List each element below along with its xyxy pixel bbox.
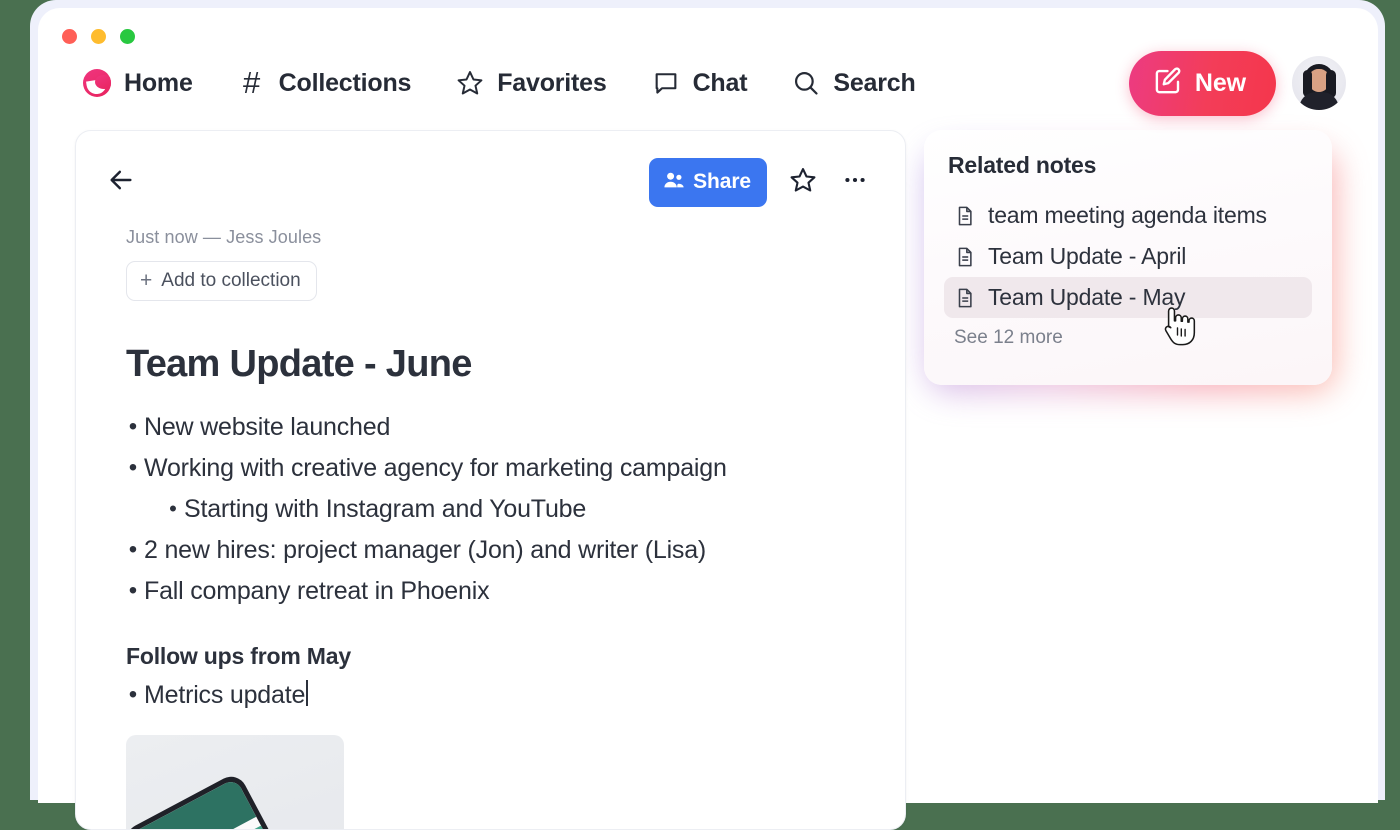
- related-note-item[interactable]: team meeting agenda items: [944, 195, 1312, 236]
- star-outline-icon: [789, 166, 817, 199]
- document-icon: [954, 205, 976, 227]
- add-to-collection-button[interactable]: + Add to collection: [126, 261, 317, 301]
- avatar[interactable]: [1292, 56, 1346, 110]
- note-toolbar-actions: Share: [649, 158, 871, 207]
- list-item-text: Metrics update: [144, 680, 305, 711]
- list-item-text: New website launched: [144, 412, 390, 443]
- nav-item-chat[interactable]: Chat: [651, 68, 748, 98]
- maximize-window-button[interactable]: [120, 29, 135, 44]
- bullet-marker: •: [122, 412, 144, 442]
- nav-item-home[interactable]: Home: [82, 68, 193, 98]
- people-icon: [662, 168, 686, 197]
- hash-icon: #: [237, 68, 267, 98]
- list-item[interactable]: • Starting with Instagram and YouTube: [166, 494, 871, 525]
- list-item-text: Starting with Instagram and YouTube: [184, 494, 586, 525]
- list-item-text: Fall company retreat in Phoenix: [144, 576, 489, 607]
- nav-item-search[interactable]: Search: [791, 68, 915, 98]
- bullet-marker: •: [122, 453, 144, 483]
- list-item[interactable]: • Working with creative agency for marke…: [126, 453, 871, 484]
- related-note-label: team meeting agenda items: [988, 202, 1267, 229]
- search-icon: [791, 68, 821, 98]
- note-bullet-list[interactable]: • New website launched • Working with cr…: [126, 412, 871, 607]
- arrow-left-icon: [107, 166, 135, 199]
- page-title[interactable]: Team Update - June: [126, 343, 871, 386]
- share-button-label: Share: [693, 170, 751, 194]
- document-icon: [954, 246, 976, 268]
- related-note-label: Team Update - May: [988, 284, 1185, 311]
- see-more-link[interactable]: See 12 more: [954, 327, 1312, 349]
- phone-photo: [126, 771, 327, 830]
- star-icon: [455, 68, 485, 98]
- add-to-collection-label: Add to collection: [161, 270, 300, 292]
- plus-icon: +: [140, 270, 152, 291]
- nav-item-favorites[interactable]: Favorites: [455, 68, 606, 98]
- nav-item-label: Home: [124, 69, 193, 98]
- top-navigation-bar: Home # Collections Favorites Chat Search: [38, 52, 1378, 114]
- list-item[interactable]: • Metrics update: [126, 680, 871, 711]
- follow-ups-list[interactable]: • Metrics update: [126, 680, 871, 711]
- bullet-marker: •: [122, 576, 144, 606]
- note-meta-text: Just now — Jess Joules: [126, 227, 871, 248]
- note-editor-card: Share Just now — Jess Joules + Add: [75, 130, 906, 830]
- list-item[interactable]: • 2 new hires: project manager (Jon) and…: [126, 535, 871, 566]
- phone-screen-header: [128, 778, 256, 830]
- share-button[interactable]: Share: [649, 158, 767, 207]
- nav-item-label: Search: [833, 69, 915, 98]
- list-item[interactable]: • Fall company retreat in Phoenix: [126, 576, 871, 607]
- list-item-text: Working with creative agency for marketi…: [144, 453, 727, 484]
- ellipsis-icon: [842, 167, 868, 198]
- related-notes-title: Related notes: [948, 152, 1312, 179]
- bullet-marker: •: [122, 535, 144, 565]
- minimize-window-button[interactable]: [91, 29, 106, 44]
- bullet-marker: •: [122, 680, 144, 710]
- new-note-button[interactable]: New: [1129, 51, 1276, 116]
- nav-item-collections[interactable]: # Collections: [237, 68, 412, 98]
- nav-item-label: Favorites: [497, 69, 606, 98]
- note-toolbar: Share: [102, 159, 871, 205]
- related-note-item-active[interactable]: Team Update - May: [944, 277, 1312, 318]
- nav-item-label: Collections: [279, 69, 412, 98]
- compose-icon: [1153, 66, 1183, 101]
- new-button-label: New: [1195, 69, 1246, 98]
- list-item[interactable]: • New website launched: [126, 412, 871, 443]
- related-notes-list: team meeting agenda items Team Update - …: [944, 195, 1312, 318]
- text-cursor-caret: [306, 680, 308, 706]
- back-button[interactable]: [104, 165, 138, 199]
- more-options-button[interactable]: [839, 166, 871, 198]
- favorite-button[interactable]: [787, 166, 819, 198]
- nav-right-cluster: New: [1129, 51, 1346, 116]
- related-note-item[interactable]: Team Update - April: [944, 236, 1312, 277]
- follow-ups-heading: Follow ups from May: [126, 643, 871, 670]
- related-note-label: Team Update - April: [988, 243, 1186, 270]
- related-notes-panel: Related notes team meeting agenda items …: [924, 130, 1332, 385]
- close-window-button[interactable]: [62, 29, 77, 44]
- window-controls: [62, 29, 135, 44]
- nav-item-label: Chat: [693, 69, 748, 98]
- chat-bubble-icon: [651, 68, 681, 98]
- list-item-text: 2 new hires: project manager (Jon) and w…: [144, 535, 706, 566]
- document-icon: [954, 287, 976, 309]
- brand-logo-icon: [82, 68, 112, 98]
- bullet-marker: •: [162, 494, 184, 524]
- phone-screen: [128, 778, 320, 830]
